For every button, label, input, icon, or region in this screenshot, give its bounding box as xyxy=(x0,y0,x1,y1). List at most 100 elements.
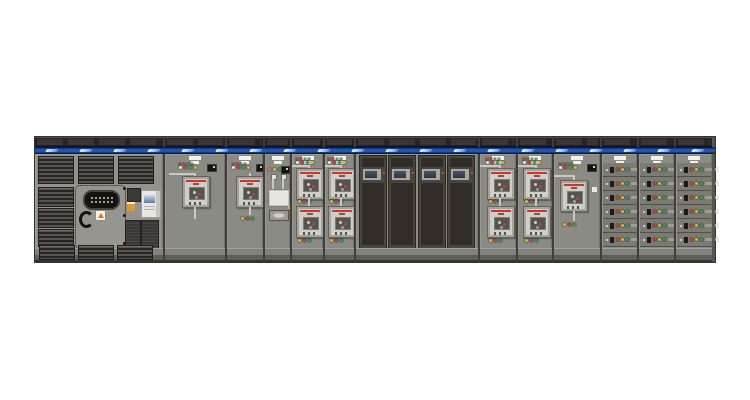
feeder-unit[interactable] xyxy=(640,219,673,233)
air-circuit-breaker[interactable] xyxy=(523,168,551,200)
screw xyxy=(606,197,608,199)
feeder-handle[interactable] xyxy=(705,196,717,199)
brand-logo-icon xyxy=(181,149,195,152)
power-meter-display[interactable] xyxy=(141,190,161,218)
feeder-switch-knob[interactable] xyxy=(610,195,614,201)
feeder-lamps xyxy=(690,182,703,185)
feeder-unit[interactable] xyxy=(640,233,673,247)
mimic-bus-line xyxy=(325,165,340,167)
breaker-rating-label xyxy=(527,210,547,212)
air-circuit-breaker[interactable] xyxy=(182,176,210,208)
multi-pin-connector[interactable] xyxy=(83,190,120,210)
mimic-bus-line xyxy=(499,198,501,206)
indicator-row-small xyxy=(328,158,352,160)
breaker-operator-buttons[interactable] xyxy=(567,206,581,209)
air-circuit-breaker[interactable] xyxy=(487,168,515,200)
feeder-switch-knob[interactable] xyxy=(647,223,651,229)
feeder-unit[interactable] xyxy=(640,205,673,219)
feeder-unit[interactable] xyxy=(603,163,636,177)
feeder-handle[interactable] xyxy=(705,224,717,227)
feeder-switch-knob[interactable] xyxy=(647,209,651,215)
feeder-switch-knob[interactable] xyxy=(647,167,651,173)
feeder-lamps xyxy=(616,168,629,171)
breaker-operator-buttons[interactable] xyxy=(494,194,508,197)
feeder-unit[interactable] xyxy=(603,233,636,247)
feeder-switch-knob[interactable] xyxy=(684,237,688,243)
hmi-screen[interactable] xyxy=(453,171,465,178)
feeder-unit[interactable] xyxy=(603,219,636,233)
hmi-door[interactable] xyxy=(388,155,416,249)
hmi-screen[interactable] xyxy=(424,171,436,178)
feeder-unit[interactable] xyxy=(677,177,711,191)
feeder-switch-knob[interactable] xyxy=(684,223,688,229)
air-circuit-breaker[interactable] xyxy=(560,180,588,212)
breaker-operator-buttons[interactable] xyxy=(303,232,317,235)
nameplate xyxy=(239,156,251,160)
feeder-switch-knob[interactable] xyxy=(647,181,651,187)
breaker-operator-buttons[interactable] xyxy=(335,194,349,197)
air-circuit-breaker[interactable] xyxy=(523,206,551,238)
feeder-switch-knob[interactable] xyxy=(647,237,651,243)
breaker-operator-buttons[interactable] xyxy=(189,202,203,205)
indicator-lamp xyxy=(184,166,187,169)
feeder-unit[interactable] xyxy=(677,233,711,247)
mini-display[interactable] xyxy=(281,166,290,174)
feeder-switch-knob[interactable] xyxy=(610,181,614,187)
oval-cover-plate xyxy=(269,210,289,221)
hmi-door[interactable] xyxy=(418,155,446,249)
feeder-switch-knob[interactable] xyxy=(684,167,688,173)
end-panel xyxy=(712,137,715,262)
section-feeder-1 xyxy=(600,137,637,262)
feeder-switch-knob[interactable] xyxy=(610,167,614,173)
louver-panel xyxy=(78,245,114,260)
cabinet-base xyxy=(676,248,712,262)
air-circuit-breaker[interactable] xyxy=(487,206,515,238)
switchgear-lineup xyxy=(35,137,715,262)
hmi-screen[interactable] xyxy=(365,171,377,178)
indicator-row-small xyxy=(232,163,256,165)
feeder-unit[interactable] xyxy=(603,205,636,219)
feeder-switch-knob[interactable] xyxy=(610,209,614,215)
breaker-operator-buttons[interactable] xyxy=(494,232,508,235)
feeder-switch-knob[interactable] xyxy=(647,195,651,201)
feeder-unit[interactable] xyxy=(640,163,673,177)
feeder-switch-knob[interactable] xyxy=(610,223,614,229)
breaker-operator-buttons[interactable] xyxy=(243,202,257,205)
feeder-unit[interactable] xyxy=(677,163,711,177)
air-circuit-breaker[interactable] xyxy=(296,206,324,238)
air-circuit-breaker[interactable] xyxy=(296,168,324,200)
hmi-door[interactable] xyxy=(447,155,475,249)
hook-handle[interactable] xyxy=(79,211,94,228)
feeder-unit[interactable] xyxy=(603,177,636,191)
feeder-switch-knob[interactable] xyxy=(684,209,688,215)
hmi-door[interactable] xyxy=(359,155,387,249)
breaker-operator-buttons[interactable] xyxy=(530,194,544,197)
feeder-unit[interactable] xyxy=(677,205,711,219)
air-circuit-breaker[interactable] xyxy=(328,206,356,238)
feeder-unit[interactable] xyxy=(677,191,711,205)
feeder-switch-knob[interactable] xyxy=(684,181,688,187)
mini-display[interactable] xyxy=(207,164,217,172)
feeder-unit[interactable] xyxy=(640,177,673,191)
feeder-unit[interactable] xyxy=(640,191,673,205)
feeder-handle[interactable] xyxy=(705,182,717,185)
breaker-operator-buttons[interactable] xyxy=(530,232,544,235)
air-circuit-breaker[interactable] xyxy=(328,168,356,200)
feeder-switch-knob[interactable] xyxy=(610,237,614,243)
feeder-unit[interactable] xyxy=(603,191,636,205)
louver-panel xyxy=(78,156,114,184)
feeder-handle[interactable] xyxy=(705,238,717,241)
hmi-screen[interactable] xyxy=(394,171,406,178)
feeder-handle[interactable] xyxy=(705,168,717,171)
air-circuit-breaker[interactable] xyxy=(236,176,264,208)
cabinet-base xyxy=(227,248,263,262)
indicator-lamp xyxy=(535,158,537,160)
breaker-operator-buttons[interactable] xyxy=(303,194,317,197)
brand-logo-icon xyxy=(419,149,433,152)
mini-display[interactable] xyxy=(587,164,597,172)
indicator-lamp xyxy=(695,238,698,241)
feeder-unit[interactable] xyxy=(677,219,711,233)
feeder-handle[interactable] xyxy=(705,210,717,213)
feeder-switch-knob[interactable] xyxy=(684,195,688,201)
breaker-operator-buttons[interactable] xyxy=(335,232,349,235)
